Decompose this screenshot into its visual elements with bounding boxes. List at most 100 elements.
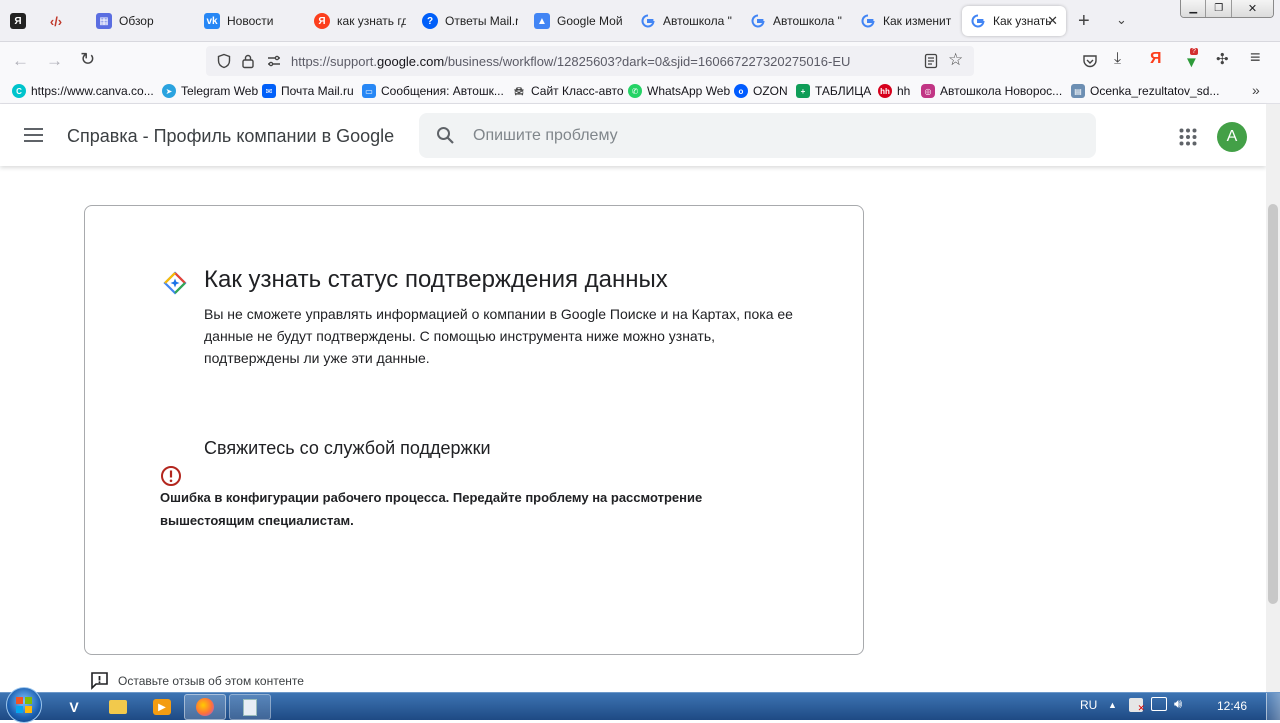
bookmark-item[interactable]: ▭ Сообщения: Автошк... bbox=[362, 84, 504, 98]
tab-label: Как изменить bbox=[883, 14, 952, 28]
feedback-link[interactable]: Оставьте отзыв об этом контенте bbox=[90, 671, 304, 690]
new-tab-icon[interactable]: + bbox=[1078, 10, 1090, 33]
tab-overview[interactable]: ▦ Обзор bbox=[88, 6, 188, 36]
bookmark-item[interactable]: o OZON bbox=[734, 84, 788, 98]
action-center-flag-icon[interactable]: ✕ bbox=[1129, 698, 1145, 713]
menu-hamburger-icon[interactable]: ≡ bbox=[1250, 47, 1261, 68]
taskbar-explorer[interactable] bbox=[98, 694, 138, 720]
scrollbar-thumb[interactable] bbox=[1268, 204, 1278, 604]
language-indicator[interactable]: RU bbox=[1080, 698, 1097, 712]
overview-icon: ▦ bbox=[96, 13, 112, 29]
bookmarks-toolbar: Chttps://www.canva.co... ➤ Telegram Web ✉… bbox=[0, 80, 1280, 104]
forward-icon[interactable]: → bbox=[46, 51, 63, 71]
url-suffix: /business/workflow/12825603?dark=0&sjid=… bbox=[444, 54, 851, 69]
more-bookmarks-icon[interactable]: » bbox=[1252, 82, 1260, 98]
download-manager-icon[interactable]: ▼ ? bbox=[1182, 48, 1200, 71]
sheets-icon: + bbox=[796, 84, 810, 98]
mail-answers-icon: ? bbox=[422, 13, 438, 29]
tab-vk-news[interactable]: vk Новости bbox=[196, 6, 300, 36]
bookmark-label: Сайт Класс-авто bbox=[531, 84, 624, 98]
taskbar-notepad[interactable] bbox=[229, 694, 271, 720]
yandex-search-icon: Я bbox=[314, 13, 330, 29]
volume-icon[interactable]: 🔊︎ bbox=[1174, 696, 1182, 712]
folder-icon: ▤ bbox=[1071, 84, 1085, 98]
mail-icon: ✉ bbox=[262, 84, 276, 98]
tracking-protection-icon[interactable] bbox=[216, 53, 232, 69]
bookmark-label: Сообщения: Автошк... bbox=[381, 84, 504, 98]
media-player-icon: ▶ bbox=[153, 699, 171, 715]
minimize-icon[interactable]: ▁ bbox=[1181, 0, 1207, 17]
close-tab-icon[interactable]: ✕ bbox=[1047, 13, 1058, 29]
clock[interactable]: 12:46 bbox=[1217, 699, 1247, 713]
vk-icon: V bbox=[69, 699, 79, 715]
tab-autoschool-1[interactable]: Автошкола " bbox=[632, 6, 734, 36]
messages-icon: ▭ bbox=[362, 84, 376, 98]
tab-mail-answers[interactable]: ? Ответы Mail.r bbox=[414, 6, 518, 36]
bookmark-item[interactable]: ✉ Почта Mail.ru bbox=[262, 84, 354, 98]
tab-how-to-change[interactable]: Как изменить bbox=[852, 6, 952, 36]
url-text[interactable]: https://support.google.com/business/work… bbox=[291, 54, 850, 69]
yandex-extension-icon[interactable]: Я bbox=[1150, 50, 1162, 68]
search-input[interactable]: Опишите проблему bbox=[473, 127, 618, 145]
tab-label: Google Мой ( bbox=[557, 14, 626, 28]
search-icon[interactable] bbox=[436, 126, 455, 145]
extensions-puzzle-icon[interactable]: ✣ bbox=[1216, 50, 1229, 68]
canva-icon: C bbox=[12, 84, 26, 98]
bookmark-item[interactable]: Chttps://www.canva.co... bbox=[12, 84, 154, 98]
bookmark-label: OZON bbox=[753, 84, 788, 98]
bookmark-item[interactable]: + ТАБЛИЦА bbox=[796, 84, 871, 98]
bookmark-item[interactable]: ➤ Telegram Web bbox=[162, 84, 258, 98]
back-icon[interactable]: ← bbox=[12, 51, 29, 71]
bookmark-item[interactable]: 🚘︎ Сайт Класс-авто bbox=[512, 84, 624, 98]
show-hidden-icons-icon[interactable]: ▲ bbox=[1108, 700, 1117, 710]
close-window-icon[interactable]: ✕ bbox=[1231, 0, 1273, 17]
whatsapp-icon: ✆ bbox=[628, 84, 642, 98]
downloads-icon[interactable]: ⤓ bbox=[1114, 50, 1121, 68]
tab-how-to-find-active[interactable]: Как узнать ✕ bbox=[962, 6, 1066, 36]
bookmark-item[interactable]: ◎ Автошкола Новорос... bbox=[921, 84, 1062, 98]
tab-yandex[interactable]: Я bbox=[2, 6, 34, 36]
page-title[interactable]: Справка - Профиль компании в Google bbox=[67, 126, 394, 147]
sparkle-diamond-icon bbox=[163, 271, 187, 295]
page-scrollbar[interactable] bbox=[1266, 104, 1280, 692]
start-orb-icon[interactable] bbox=[6, 687, 42, 723]
taskbar-vk[interactable]: V bbox=[54, 694, 94, 720]
tab-label: Автошкола " bbox=[663, 14, 732, 28]
restore-icon[interactable]: ❐ bbox=[1206, 0, 1232, 17]
article-body: Вы не сможете управлять информацией о ко… bbox=[204, 306, 793, 366]
address-bar[interactable]: https://support.google.com/business/work… bbox=[206, 46, 974, 76]
search-box[interactable]: Опишите проблему bbox=[419, 113, 1096, 158]
tab-label: Как узнать bbox=[993, 14, 1052, 28]
avatar[interactable]: A bbox=[1217, 122, 1247, 152]
bookmark-item[interactable]: ▤ Ocenka_rezultatov_sd... bbox=[1071, 84, 1219, 98]
google-icon bbox=[860, 13, 876, 29]
permissions-icon[interactable] bbox=[266, 54, 282, 68]
lock-icon[interactable] bbox=[241, 53, 255, 69]
article-title: Как узнать статус подтверждения данных bbox=[204, 266, 668, 293]
reader-view-icon[interactable] bbox=[924, 53, 938, 69]
url-prefix: https://support. bbox=[291, 54, 377, 69]
tab-google-mybusiness[interactable]: ▲ Google Мой ( bbox=[526, 6, 626, 36]
main-menu-icon[interactable] bbox=[24, 128, 43, 142]
bookmark-item[interactable]: hh hh bbox=[878, 84, 910, 98]
error-message: Ошибка в конфигурации рабочего процесса.… bbox=[160, 490, 703, 528]
tab-autoschool-2[interactable]: Автошкола " bbox=[742, 6, 844, 36]
tab-list-chevron-icon[interactable]: ⌄ bbox=[1116, 12, 1127, 28]
taskbar-firefox[interactable] bbox=[184, 694, 226, 720]
explorer-icon bbox=[109, 700, 127, 714]
google-icon bbox=[640, 13, 656, 29]
tab-devtools[interactable]: ‹/› bbox=[40, 6, 74, 36]
pocket-icon[interactable] bbox=[1082, 53, 1098, 69]
network-icon[interactable] bbox=[1151, 697, 1167, 711]
apps-grid-icon[interactable] bbox=[1179, 128, 1197, 146]
show-desktop-button[interactable] bbox=[1266, 693, 1280, 720]
bookmark-item[interactable]: ✆ WhatsApp Web bbox=[628, 84, 730, 98]
taskbar-media-player[interactable]: ▶ bbox=[142, 694, 182, 720]
bookmark-star-icon[interactable]: ☆ bbox=[948, 50, 963, 70]
bookmark-label: Telegram Web bbox=[181, 84, 259, 98]
tab-label: Новости bbox=[227, 14, 274, 28]
bookmark-label: https://www.canva.co... bbox=[31, 84, 154, 98]
reload-icon[interactable]: ↻ bbox=[80, 49, 95, 70]
tab-yandex-search[interactable]: Я как узнать гд bbox=[306, 6, 406, 36]
hh-icon: hh bbox=[878, 84, 892, 98]
